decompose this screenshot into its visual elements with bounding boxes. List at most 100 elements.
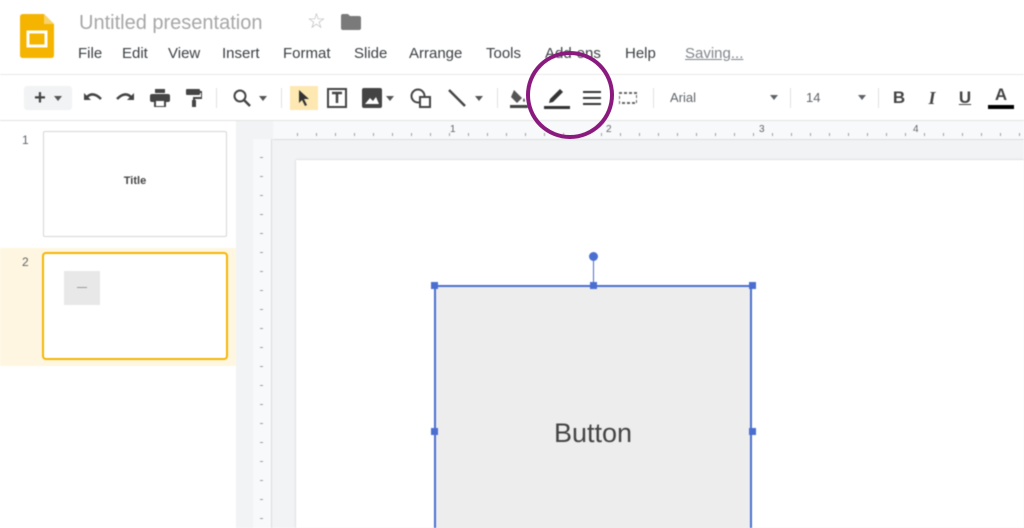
resize-handle-top-right[interactable] bbox=[749, 282, 756, 289]
menu-slide[interactable]: Slide bbox=[354, 45, 387, 62]
toolbar-separator bbox=[281, 88, 282, 108]
toolbar-separator bbox=[653, 88, 654, 108]
ruler-label: 3 bbox=[759, 124, 765, 135]
ruler-tick bbox=[715, 133, 716, 136]
ruler-tick bbox=[487, 133, 488, 136]
print-button[interactable] bbox=[148, 86, 172, 110]
font-size-value: 14 bbox=[806, 90, 821, 105]
slide-thumbnail-title: Title bbox=[123, 175, 147, 187]
ruler-tick bbox=[260, 442, 263, 443]
text-box-button[interactable] bbox=[325, 86, 349, 110]
menu-view[interactable]: View bbox=[168, 45, 200, 62]
ruler-tick bbox=[260, 423, 263, 424]
border-dash-icon bbox=[619, 92, 637, 104]
line-icon bbox=[448, 89, 466, 107]
font-family-select[interactable]: Arial bbox=[670, 86, 778, 110]
menu-format[interactable]: Format bbox=[283, 45, 331, 62]
ruler-tick bbox=[924, 133, 925, 136]
slide-thumbnail-2[interactable] bbox=[42, 252, 228, 360]
zoom-button[interactable] bbox=[228, 86, 272, 110]
redo-icon bbox=[116, 93, 134, 100]
ruler-tick bbox=[260, 328, 263, 329]
ruler-tick bbox=[260, 214, 263, 215]
text-color-button[interactable]: A bbox=[987, 86, 1015, 110]
selected-shape[interactable]: Button bbox=[434, 285, 752, 528]
shape-button[interactable] bbox=[409, 86, 433, 110]
chevron-down-icon bbox=[386, 95, 394, 101]
shape-text[interactable]: Button bbox=[436, 418, 750, 449]
ruler-tick bbox=[962, 133, 963, 136]
horizontal-ruler[interactable]: 1 2 3 4 bbox=[273, 121, 1024, 140]
text-color-icon: A bbox=[994, 85, 1008, 104]
star-icon[interactable]: ☆ bbox=[307, 11, 326, 32]
paint-format-button[interactable] bbox=[184, 86, 204, 110]
document-title[interactable]: Untitled presentation bbox=[79, 12, 262, 35]
bold-button[interactable]: B bbox=[888, 86, 910, 110]
text-box-icon bbox=[327, 88, 347, 108]
ruler-tick bbox=[696, 133, 697, 136]
ruler-tick bbox=[260, 176, 263, 177]
ruler-tick bbox=[810, 133, 811, 136]
slides-logo-icon[interactable] bbox=[20, 14, 54, 58]
menu-help[interactable]: Help bbox=[625, 45, 656, 62]
redo-button[interactable] bbox=[114, 86, 136, 110]
ruler-tick bbox=[525, 133, 526, 136]
ruler-tick bbox=[260, 518, 263, 519]
slide-number: 1 bbox=[22, 133, 29, 147]
chevron-down-icon bbox=[259, 95, 267, 101]
select-tool-button[interactable] bbox=[290, 86, 318, 110]
ruler-label: 2 bbox=[606, 124, 612, 135]
ruler-tick bbox=[829, 133, 830, 136]
vertical-ruler[interactable] bbox=[253, 139, 272, 528]
ruler-tick bbox=[260, 233, 263, 234]
ruler-tick bbox=[411, 133, 412, 136]
menu-arrange[interactable]: Arrange bbox=[409, 45, 462, 62]
resize-handle-left[interactable] bbox=[431, 428, 438, 435]
menu-file[interactable]: File bbox=[78, 45, 102, 62]
ruler-tick bbox=[905, 133, 906, 136]
image-button[interactable] bbox=[358, 86, 398, 110]
font-family-value: Arial bbox=[670, 90, 697, 105]
menu-insert[interactable]: Insert bbox=[222, 45, 260, 62]
toolbar-top-divider bbox=[0, 74, 1024, 75]
cursor-icon bbox=[299, 90, 309, 106]
chevron-down-icon bbox=[770, 95, 778, 100]
ruler-tick bbox=[260, 271, 263, 272]
toolbar-separator bbox=[878, 88, 879, 108]
slide-number: 2 bbox=[22, 255, 29, 269]
ruler-tick bbox=[260, 366, 263, 367]
ruler-tick bbox=[677, 133, 678, 136]
paint-format-icon bbox=[186, 89, 202, 107]
toolbar-separator bbox=[497, 88, 498, 108]
line-button[interactable] bbox=[442, 86, 488, 110]
border-dash-button[interactable] bbox=[617, 86, 639, 110]
new-slide-button[interactable]: + bbox=[24, 86, 72, 110]
resize-handle-top[interactable] bbox=[590, 282, 597, 289]
underline-button[interactable]: U bbox=[954, 86, 976, 110]
ruler-tick bbox=[506, 133, 507, 136]
slide-thumbnail-1[interactable]: Title bbox=[43, 131, 227, 237]
folder-icon[interactable] bbox=[341, 14, 361, 35]
print-icon bbox=[150, 89, 170, 107]
ruler-tick bbox=[1000, 133, 1001, 136]
ruler-tick bbox=[449, 133, 450, 136]
resize-handle-top-left[interactable] bbox=[431, 282, 438, 289]
menu-edit[interactable]: Edit bbox=[122, 45, 148, 62]
save-status: Saving... bbox=[685, 45, 744, 62]
shape-icon bbox=[410, 88, 431, 108]
ruler-tick bbox=[620, 133, 621, 136]
ruler-tick bbox=[260, 157, 263, 158]
ruler-tick bbox=[297, 133, 298, 136]
rotate-handle[interactable] bbox=[589, 252, 598, 261]
italic-button[interactable]: I bbox=[921, 86, 943, 110]
undo-button[interactable] bbox=[82, 86, 104, 110]
bold-icon: B bbox=[892, 88, 906, 107]
image-icon bbox=[362, 88, 382, 108]
menu-tools[interactable]: Tools bbox=[486, 45, 521, 62]
ruler-tick bbox=[639, 133, 640, 136]
italic-icon: I bbox=[928, 87, 936, 108]
font-size-select[interactable]: 14 bbox=[806, 86, 866, 110]
plus-icon: + bbox=[34, 86, 46, 109]
chevron-down-icon bbox=[858, 95, 866, 100]
resize-handle-right[interactable] bbox=[749, 428, 756, 435]
